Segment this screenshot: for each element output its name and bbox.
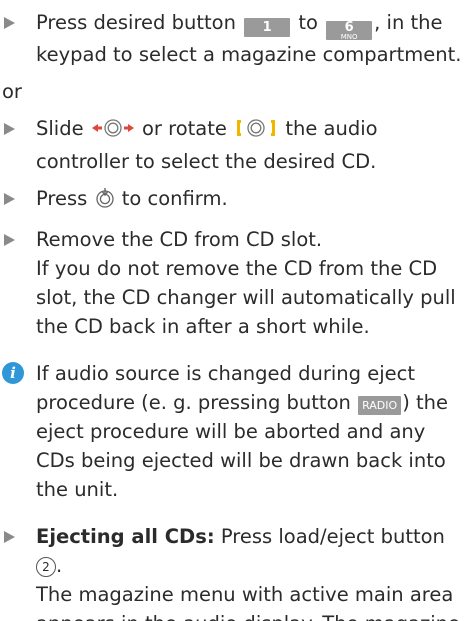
- rotate-controller-icon: [233, 117, 279, 147]
- step-text-before: Press desired button: [36, 11, 236, 34]
- key-1-digit: 1: [262, 20, 272, 35]
- triangle-bullet-icon: [4, 123, 15, 135]
- eject-all-line-2: The magazine menu with active main area …: [36, 583, 460, 621]
- key-6-letters: MNO: [340, 33, 358, 41]
- triangle-bullet-icon: [4, 531, 15, 543]
- step-slide-rotate: Slide or rotate the audio controller to …: [0, 114, 465, 176]
- step-select-compartment: Press desired button 1 to 6 MNO, in the k…: [0, 8, 465, 69]
- press-controller-icon: [94, 187, 116, 217]
- key-6: 6 MNO: [326, 21, 373, 41]
- triangle-bullet-icon: [4, 193, 15, 205]
- triangle-bullet-icon: [4, 234, 15, 246]
- remove-line-2: If you do not remove the CD from the CD …: [36, 257, 456, 338]
- step-remove-cd: Remove the CD from CD slot. If you do no…: [0, 225, 465, 341]
- rotate-text: or rotate: [142, 117, 227, 140]
- confirm-text-b: to confirm.: [121, 187, 228, 210]
- eject-all-heading: Ejecting all CDs:: [36, 525, 215, 548]
- eject-all-text-a: Press load/eject button: [220, 525, 445, 548]
- or-separator: or: [2, 80, 22, 103]
- confirm-text-a: Press: [36, 187, 88, 210]
- triangle-bullet-icon: [4, 17, 15, 29]
- load-eject-number: 2: [36, 557, 56, 577]
- step-eject-all: Ejecting all CDs: Press load/eject butto…: [0, 522, 465, 621]
- slide-controller-icon: [90, 117, 136, 147]
- manual-page: Press desired button 1 to 6 MNO, in the k…: [0, 0, 471, 621]
- remove-line-1: Remove the CD from CD slot.: [36, 228, 323, 251]
- eject-all-text-b: .: [56, 554, 63, 577]
- slide-text: Slide: [36, 117, 84, 140]
- info-icon: i: [2, 362, 24, 384]
- key-1: 1: [244, 18, 291, 37]
- step-confirm: Press to confirm.: [0, 184, 465, 217]
- info-note: i If audio source is changed during ejec…: [0, 359, 465, 504]
- step-text-mid: to: [298, 11, 318, 34]
- radio-key: RADIO: [358, 396, 402, 415]
